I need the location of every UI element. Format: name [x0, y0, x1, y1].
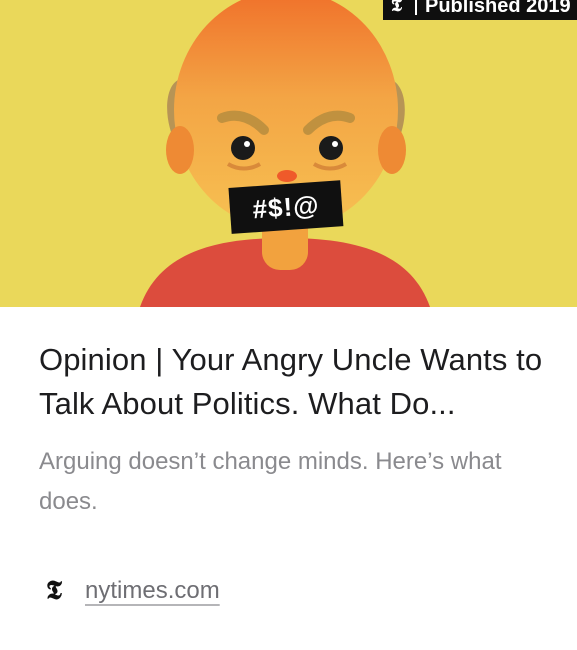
angry-uncle-illustration — [0, 0, 577, 307]
badge-divider — [415, 0, 417, 15]
censor-bar-text: #$!@ — [229, 180, 344, 234]
nyt-logo-icon: 𝕿 — [46, 576, 62, 606]
article-title[interactable]: Opinion | Your Angry Uncle Wants to Talk… — [39, 338, 549, 426]
article-source[interactable]: 𝕿 nytimes.com — [39, 574, 220, 608]
published-label: Published 2019 — [425, 0, 571, 17]
article-text: Opinion | Your Angry Uncle Wants to Talk… — [39, 338, 549, 522]
source-domain-link[interactable]: nytimes.com — [85, 574, 220, 608]
article-hero-image[interactable]: #$!@ 𝕿 Published 2019 — [0, 0, 577, 307]
article-description: Arguing doesn’t change minds. Here’s wha… — [39, 448, 502, 515]
published-badge: 𝕿 Published 2019 — [383, 0, 577, 20]
nyt-logo-icon: 𝕿 — [391, 0, 403, 16]
link-preview-card[interactable]: #$!@ 𝕿 Published 2019 Opinion | Your Ang… — [0, 0, 577, 650]
censor-text: #$!@ — [251, 189, 321, 224]
